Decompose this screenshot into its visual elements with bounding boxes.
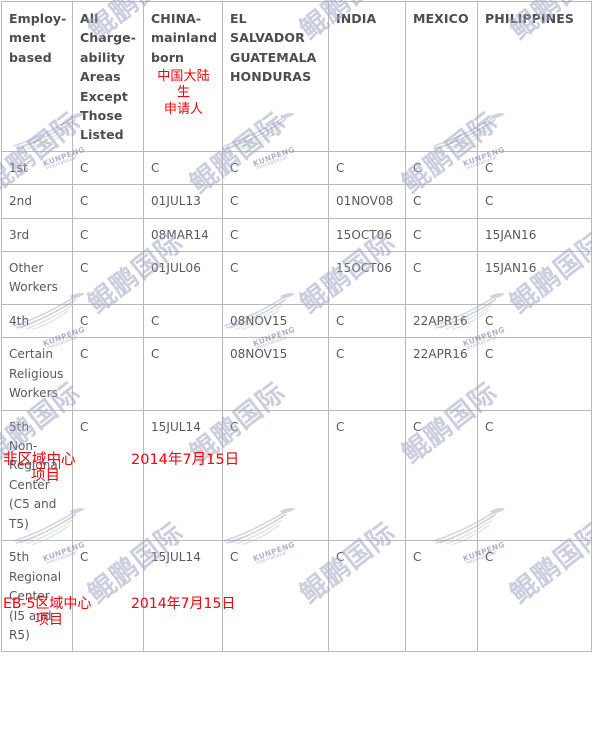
cell-india: C [328, 303, 406, 339]
cell-all-areas: C [72, 337, 144, 411]
column-header-label: INDIA [336, 11, 377, 26]
row-category: 4th [1, 303, 73, 339]
cell-mexico: C [405, 217, 478, 252]
cell-el-salvador: C [222, 409, 329, 542]
table-body: 1st C C C C C C 2nd C 01JUL13 C 01NOV08 … [1, 150, 592, 653]
cell-all-areas: C [72, 540, 144, 653]
cell-india: 15OCT06 [328, 217, 406, 252]
cell-el-salvador: C [222, 150, 329, 186]
table-row: 4th C C 08NOV15 C 22APR16 C [1, 303, 592, 339]
cell-china: 15JUL14 [143, 540, 223, 653]
column-header-label: Employ-ment based [9, 11, 67, 65]
visa-bulletin-table: Employ-ment based All Charge-ability Areas E… [1, 1, 592, 653]
cell-india: 15OCT06 [328, 250, 406, 305]
row-category: 5th Non- Regional Center (C5 and T5) [1, 409, 73, 542]
cell-el-salvador: C [222, 184, 329, 219]
column-header-el-salvador-guatemala-honduras: EL SALVADOR GUATEMALA HONDURAS [222, 1, 329, 152]
cell-philippines: C [477, 337, 592, 411]
column-header-philippines: PHILIPPINES [477, 1, 592, 152]
cell-philippines: 15JAN16 [477, 217, 592, 252]
column-header-label: EL SALVADOR GUATEMALA HONDURAS [230, 11, 317, 85]
cell-philippines: C [477, 184, 592, 219]
cell-india: C [328, 337, 406, 411]
cell-china: 01JUL13 [143, 184, 223, 219]
cell-el-salvador: 08NOV15 [222, 337, 329, 411]
cell-china: C [143, 150, 223, 186]
cell-mexico: C [405, 150, 478, 186]
cell-china: 08MAR14 [143, 217, 223, 252]
table-row: Other Workers C 01JUL06 C 15OCT06 C 15JAN… [1, 250, 592, 305]
column-header-mexico: MEXICO [405, 1, 478, 152]
visa-bulletin-table-container: 鲲鹏国际 鲲鹏国际 鲲鹏国际 鲲鹏国际 鲲鹏国际 鲲鹏国际 鲲鹏国际 鲲鹏国际 … [0, 0, 592, 713]
table-header-row: Employ-ment based All Charge-ability Areas E… [1, 1, 592, 152]
cell-india: 01NOV08 [328, 184, 406, 219]
cell-china: C [143, 337, 223, 411]
row-category: Other Workers [1, 250, 73, 305]
cell-mexico: 22APR16 [405, 303, 478, 339]
column-header-all-chargeability-areas: All Charge-ability Areas Except Those Listed [72, 1, 144, 152]
table-row: 5th Regional Center (I5 and R5) C 15JUL14 C … [1, 540, 592, 653]
column-header-india: INDIA [328, 1, 406, 152]
cell-el-salvador: C [222, 217, 329, 252]
cell-china: C [143, 303, 223, 339]
row-category: 1st [1, 150, 73, 186]
cell-philippines: C [477, 540, 592, 653]
row-category: 5th Regional Center (I5 and R5) [1, 540, 73, 653]
column-header-china-mainland-born: CHINA-mainland born 中国大陆生 申请人 [143, 1, 223, 152]
column-header-label: MEXICO [413, 11, 469, 26]
cell-all-areas: C [72, 184, 144, 219]
cell-all-areas: C [72, 409, 144, 542]
cell-mexico: C [405, 250, 478, 305]
table-row: Certain Religious Workers C C 08NOV15 C 22… [1, 337, 592, 411]
row-category: 2nd [1, 184, 73, 219]
cell-india: C [328, 540, 406, 653]
cell-philippines: C [477, 303, 592, 339]
table-row: 5th Non- Regional Center (C5 and T5) C 15JUL1… [1, 409, 592, 542]
cell-all-areas: C [72, 250, 144, 305]
column-header-label: All Charge-ability Areas Except Those Listed [80, 11, 136, 143]
cell-el-salvador: C [222, 540, 329, 653]
cell-india: C [328, 150, 406, 186]
column-header-china-zh: 中国大陆生 申请人 [157, 69, 210, 117]
cell-philippines: C [477, 150, 592, 186]
column-header-label: PHILIPPINES [485, 11, 574, 26]
cell-china: 15JUL14 [143, 409, 223, 542]
row-category: 3rd [1, 217, 73, 252]
cell-india: C [328, 409, 406, 542]
cell-mexico: 22APR16 [405, 337, 478, 411]
cell-philippines: C [477, 409, 592, 542]
cell-mexico: C [405, 409, 478, 542]
cell-philippines: 15JAN16 [477, 250, 592, 305]
cell-el-salvador: C [222, 250, 329, 305]
row-category: Certain Religious Workers [1, 337, 73, 411]
table-row: 2nd C 01JUL13 C 01NOV08 C C [1, 184, 592, 219]
cell-el-salvador: 08NOV15 [222, 303, 329, 339]
table-row: 1st C C C C C C [1, 150, 592, 186]
cell-mexico: C [405, 184, 478, 219]
table-row: 3rd C 08MAR14 C 15OCT06 C 15JAN16 [1, 217, 592, 252]
cell-all-areas: C [72, 217, 144, 252]
column-header-employment-based: Employ-ment based [1, 1, 73, 152]
cell-china: 01JUL06 [143, 250, 223, 305]
cell-all-areas: C [72, 303, 144, 339]
cell-mexico: C [405, 540, 478, 653]
column-header-label: CHINA-mainland born [151, 11, 218, 65]
cell-all-areas: C [72, 150, 144, 186]
